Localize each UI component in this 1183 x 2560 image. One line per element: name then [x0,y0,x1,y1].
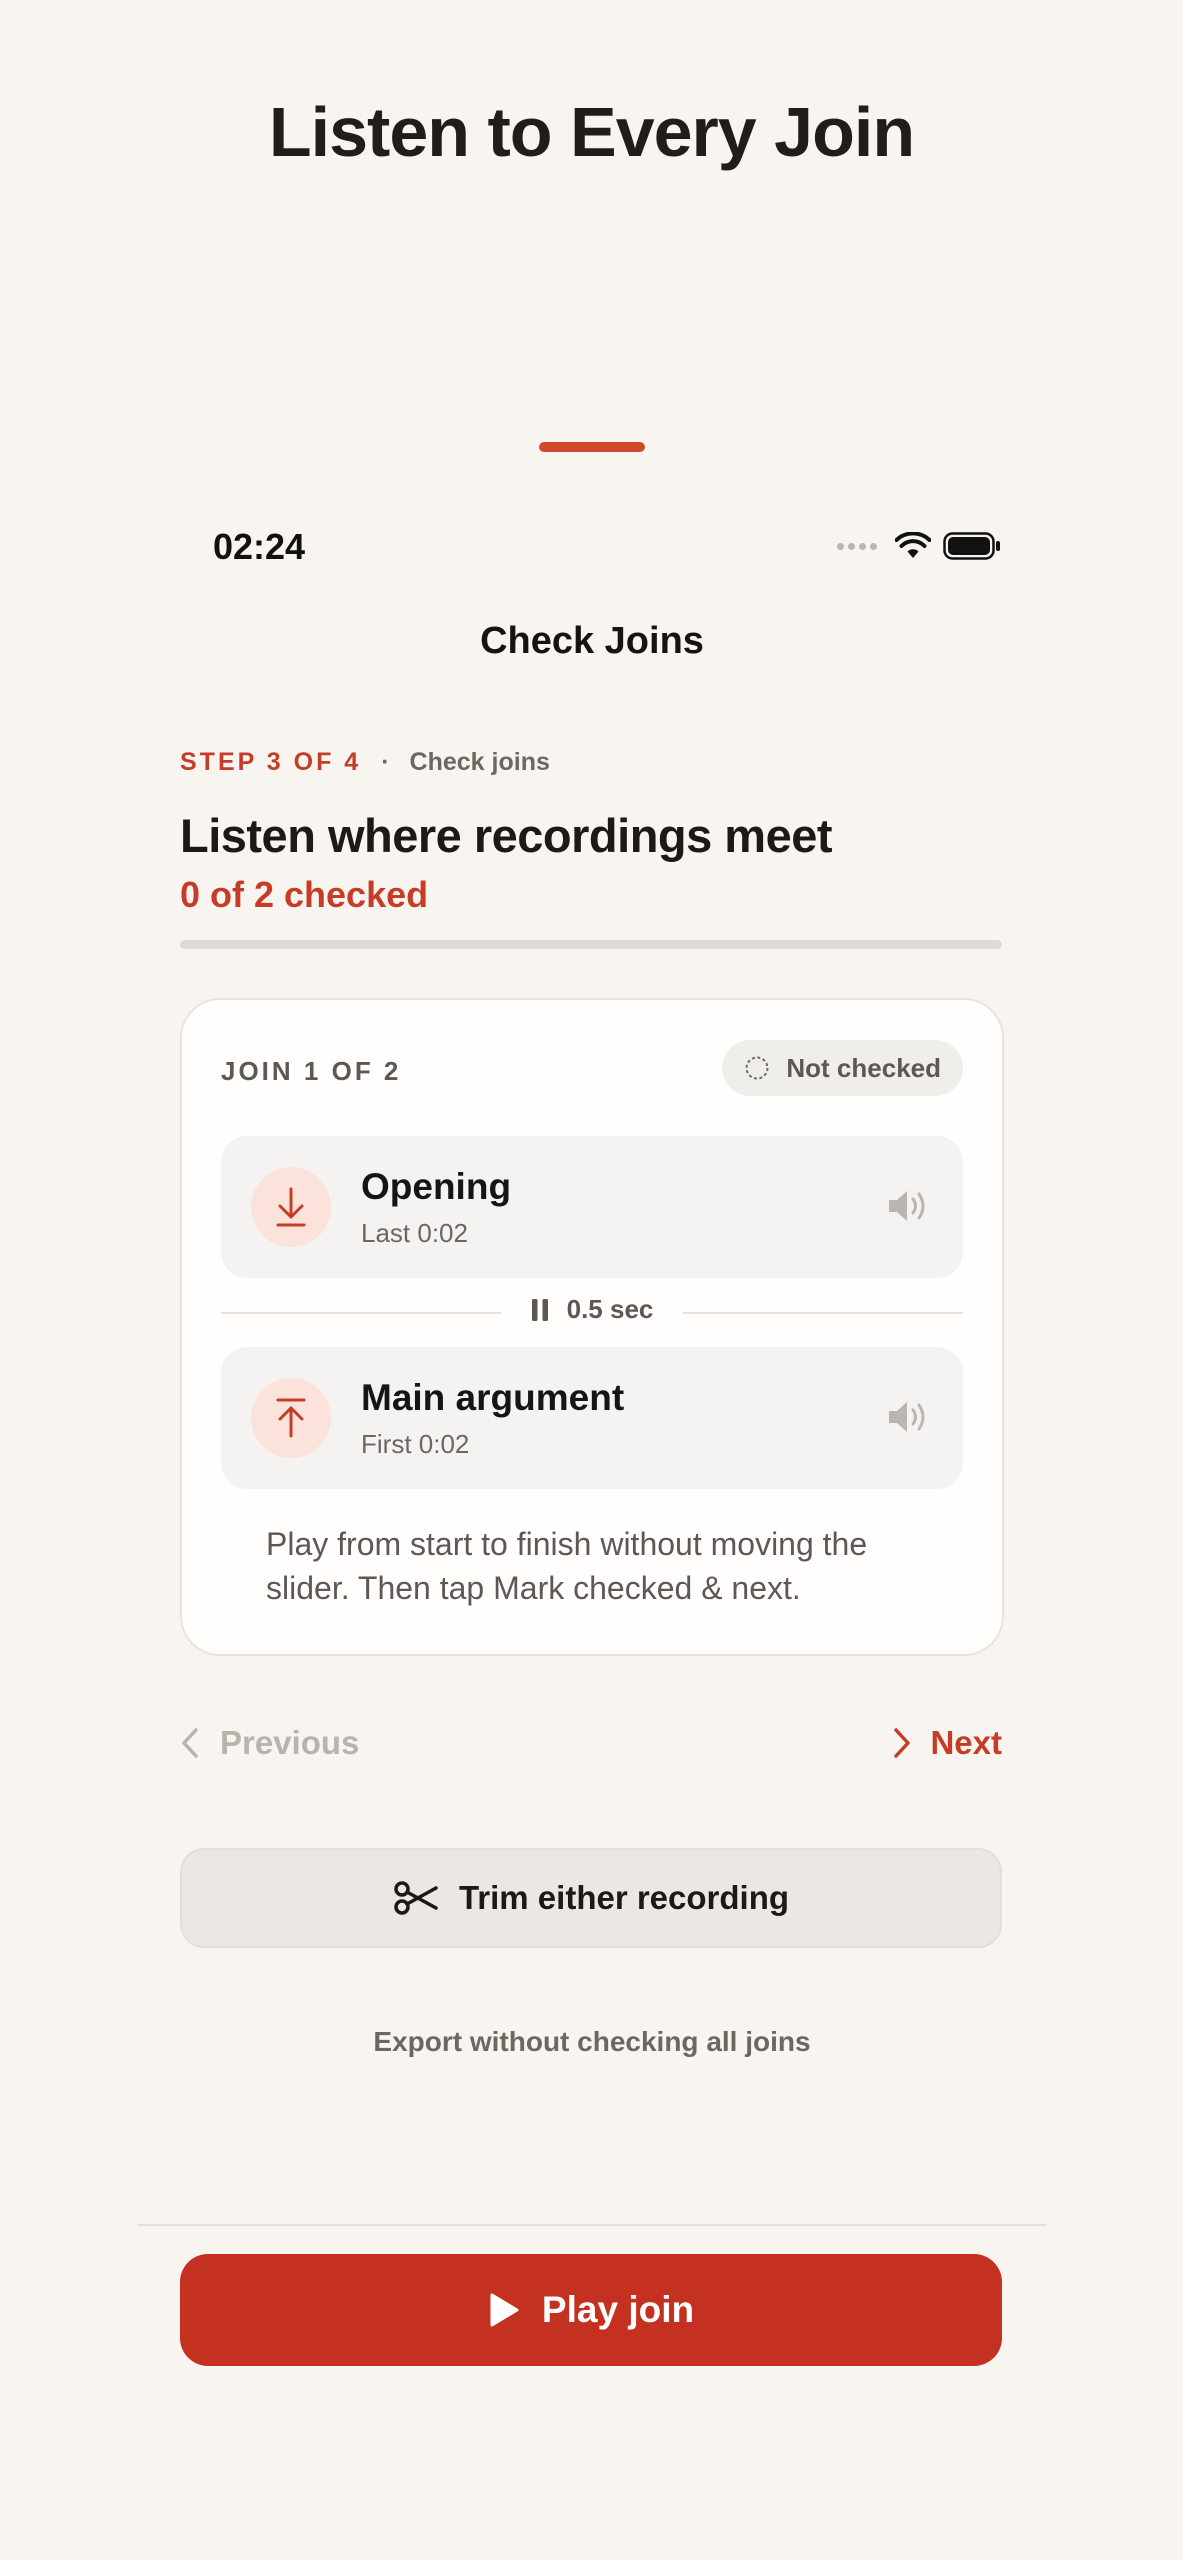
previous-button-label: Previous [220,1724,360,1761]
gap-indicator: 0.5 sec [221,1278,963,1347]
phone-screen: 02:24 Check Joins STEP 3 OF 4 · Check jo… [137,502,1047,2476]
join-card: JOIN 1 OF 2 Not checked Opening Last 0:0… [180,998,1004,1656]
accent-bar [539,442,645,452]
trim-button-label: Trim either recording [458,1879,790,1916]
step-separator: · [381,748,390,776]
play-join-button[interactable]: Play join [180,2254,1002,2366]
step-label: STEP 3 OF 4 [180,748,362,776]
progress-text: 0 of 2 checked [180,874,429,915]
status-badge-label: Not checked [786,1052,941,1083]
play-icon [490,2293,519,2327]
arrow-up-icon [251,1378,331,1458]
scissors-icon [394,1881,438,1915]
battery-icon [943,532,1000,560]
status-bar-time: 02:24 [213,526,306,567]
speaker-icon[interactable] [885,1397,931,1442]
speaker-icon[interactable] [885,1186,931,1231]
gap-duration: 0.5 sec [566,1294,654,1324]
clip-title: Main argument [361,1377,625,1418]
next-button[interactable]: Next [892,1724,1002,1762]
nav-title: Check Joins [480,620,704,662]
next-button-label: Next [930,1724,1002,1761]
dashed-circle-icon [745,1056,769,1080]
status-bar-icons [837,532,1001,560]
previous-button[interactable]: Previous [180,1724,359,1762]
trim-recording-button[interactable]: Trim either recording [180,1848,1002,1948]
arrow-down-icon [251,1167,331,1247]
wifi-icon [895,532,931,558]
join-label: JOIN 1 OF 2 [221,1056,402,1086]
chevron-left-icon [182,1728,198,1758]
pause-icon [531,1298,548,1321]
gap-divider-right [683,1312,963,1314]
step-indicator: STEP 3 OF 4 · Check joins [180,748,550,777]
play-button-label: Play join [541,2289,695,2330]
bottom-divider [137,2224,1047,2226]
cellular-signal-icon [837,542,877,550]
clip-title: Opening [361,1166,512,1207]
progress-bar [180,940,1002,949]
clip-subtitle: Last 0:02 [361,1218,468,1248]
export-link[interactable]: Export without checking all joins [137,2026,1047,2058]
status-badge: Not checked [722,1040,963,1096]
join-navigation: Previous Next [180,1724,1002,1780]
page-headline: Listen to Every Join [268,93,915,171]
clip-subtitle: First 0:02 [361,1429,470,1459]
clip-row-opening[interactable]: Opening Last 0:02 [221,1136,963,1278]
chevron-right-icon [894,1728,911,1758]
step-name: Check joins [409,748,550,776]
help-text: Play from start to finish without moving… [266,1526,868,1606]
page-title: Listen where recordings meet [180,809,833,862]
clip-row-main-argument[interactable]: Main argument First 0:02 [221,1347,963,1489]
